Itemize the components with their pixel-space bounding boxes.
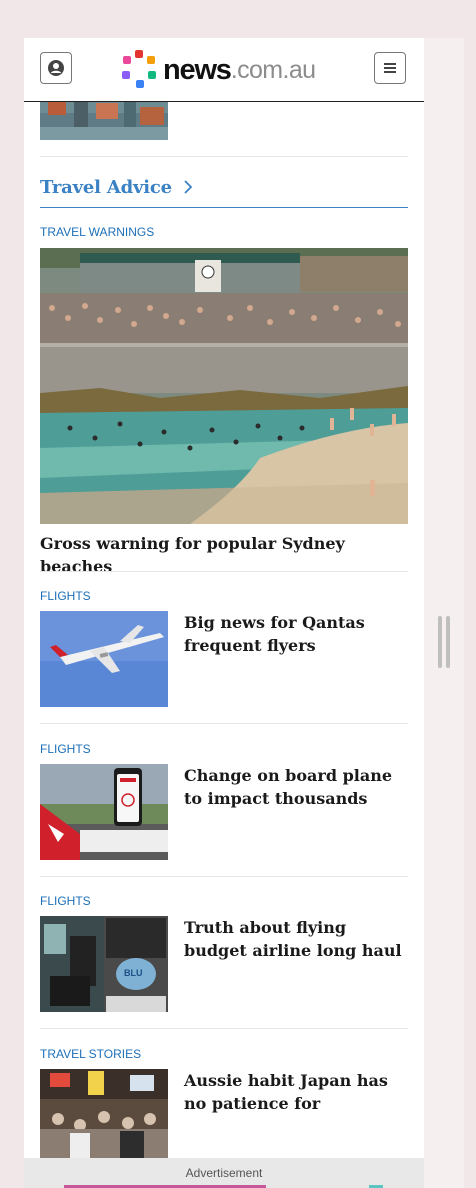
- article-thumbnail[interactable]: [40, 1069, 168, 1165]
- hamburger-menu-icon: [384, 63, 396, 73]
- article-category[interactable]: FLIGHTS: [40, 589, 91, 603]
- article-category[interactable]: FLIGHTS: [40, 742, 91, 756]
- featured-image[interactable]: [40, 248, 408, 524]
- page-margin: [424, 38, 464, 1188]
- article-category[interactable]: FLIGHTS: [40, 894, 91, 908]
- logo-wordmark: news: [163, 53, 232, 86]
- site-logo[interactable]: news .com.au: [117, 46, 316, 94]
- scrollbar-handle[interactable]: [438, 616, 450, 668]
- menu-button[interactable]: [374, 52, 406, 84]
- account-button[interactable]: [40, 52, 72, 84]
- article-thumbnail[interactable]: [40, 764, 168, 860]
- divider: [40, 1028, 408, 1029]
- divider: [40, 571, 408, 572]
- article-headline[interactable]: Aussie habit Japan has no patience for: [184, 1069, 410, 1115]
- featured-category[interactable]: TRAVEL WARNINGS: [40, 225, 154, 239]
- article-headline[interactable]: Change on board plane to impact thousand…: [184, 764, 410, 810]
- section-title: Travel Advice: [40, 176, 172, 198]
- section-heading-link[interactable]: Travel Advice: [40, 174, 196, 200]
- chevron-right-icon: [184, 180, 193, 194]
- article-category[interactable]: TRAVEL STORIES: [40, 1047, 141, 1061]
- section-underline: [40, 207, 408, 208]
- article-headline[interactable]: Big news for Qantas frequent flyers: [184, 611, 410, 657]
- svg-text:BLU: BLU: [124, 968, 143, 978]
- advertisement-banner[interactable]: Advertisement: [24, 1158, 424, 1188]
- article-thumbnail[interactable]: BLU: [40, 916, 168, 1012]
- divider: [40, 156, 408, 157]
- logo-dots-icon: [122, 50, 156, 88]
- article-thumbnail[interactable]: [40, 611, 168, 707]
- top-navigation-bar: news .com.au: [24, 38, 424, 102]
- divider: [40, 876, 408, 877]
- divider: [40, 723, 408, 724]
- account-icon: [48, 60, 64, 76]
- advertisement-label: Advertisement: [185, 1166, 263, 1180]
- article-headline[interactable]: Truth about flying budget airline long h…: [184, 916, 410, 962]
- logo-domain: .com.au: [230, 55, 316, 84]
- news-page: news .com.au Travel Advice TRAVEL WARNIN…: [24, 38, 424, 1188]
